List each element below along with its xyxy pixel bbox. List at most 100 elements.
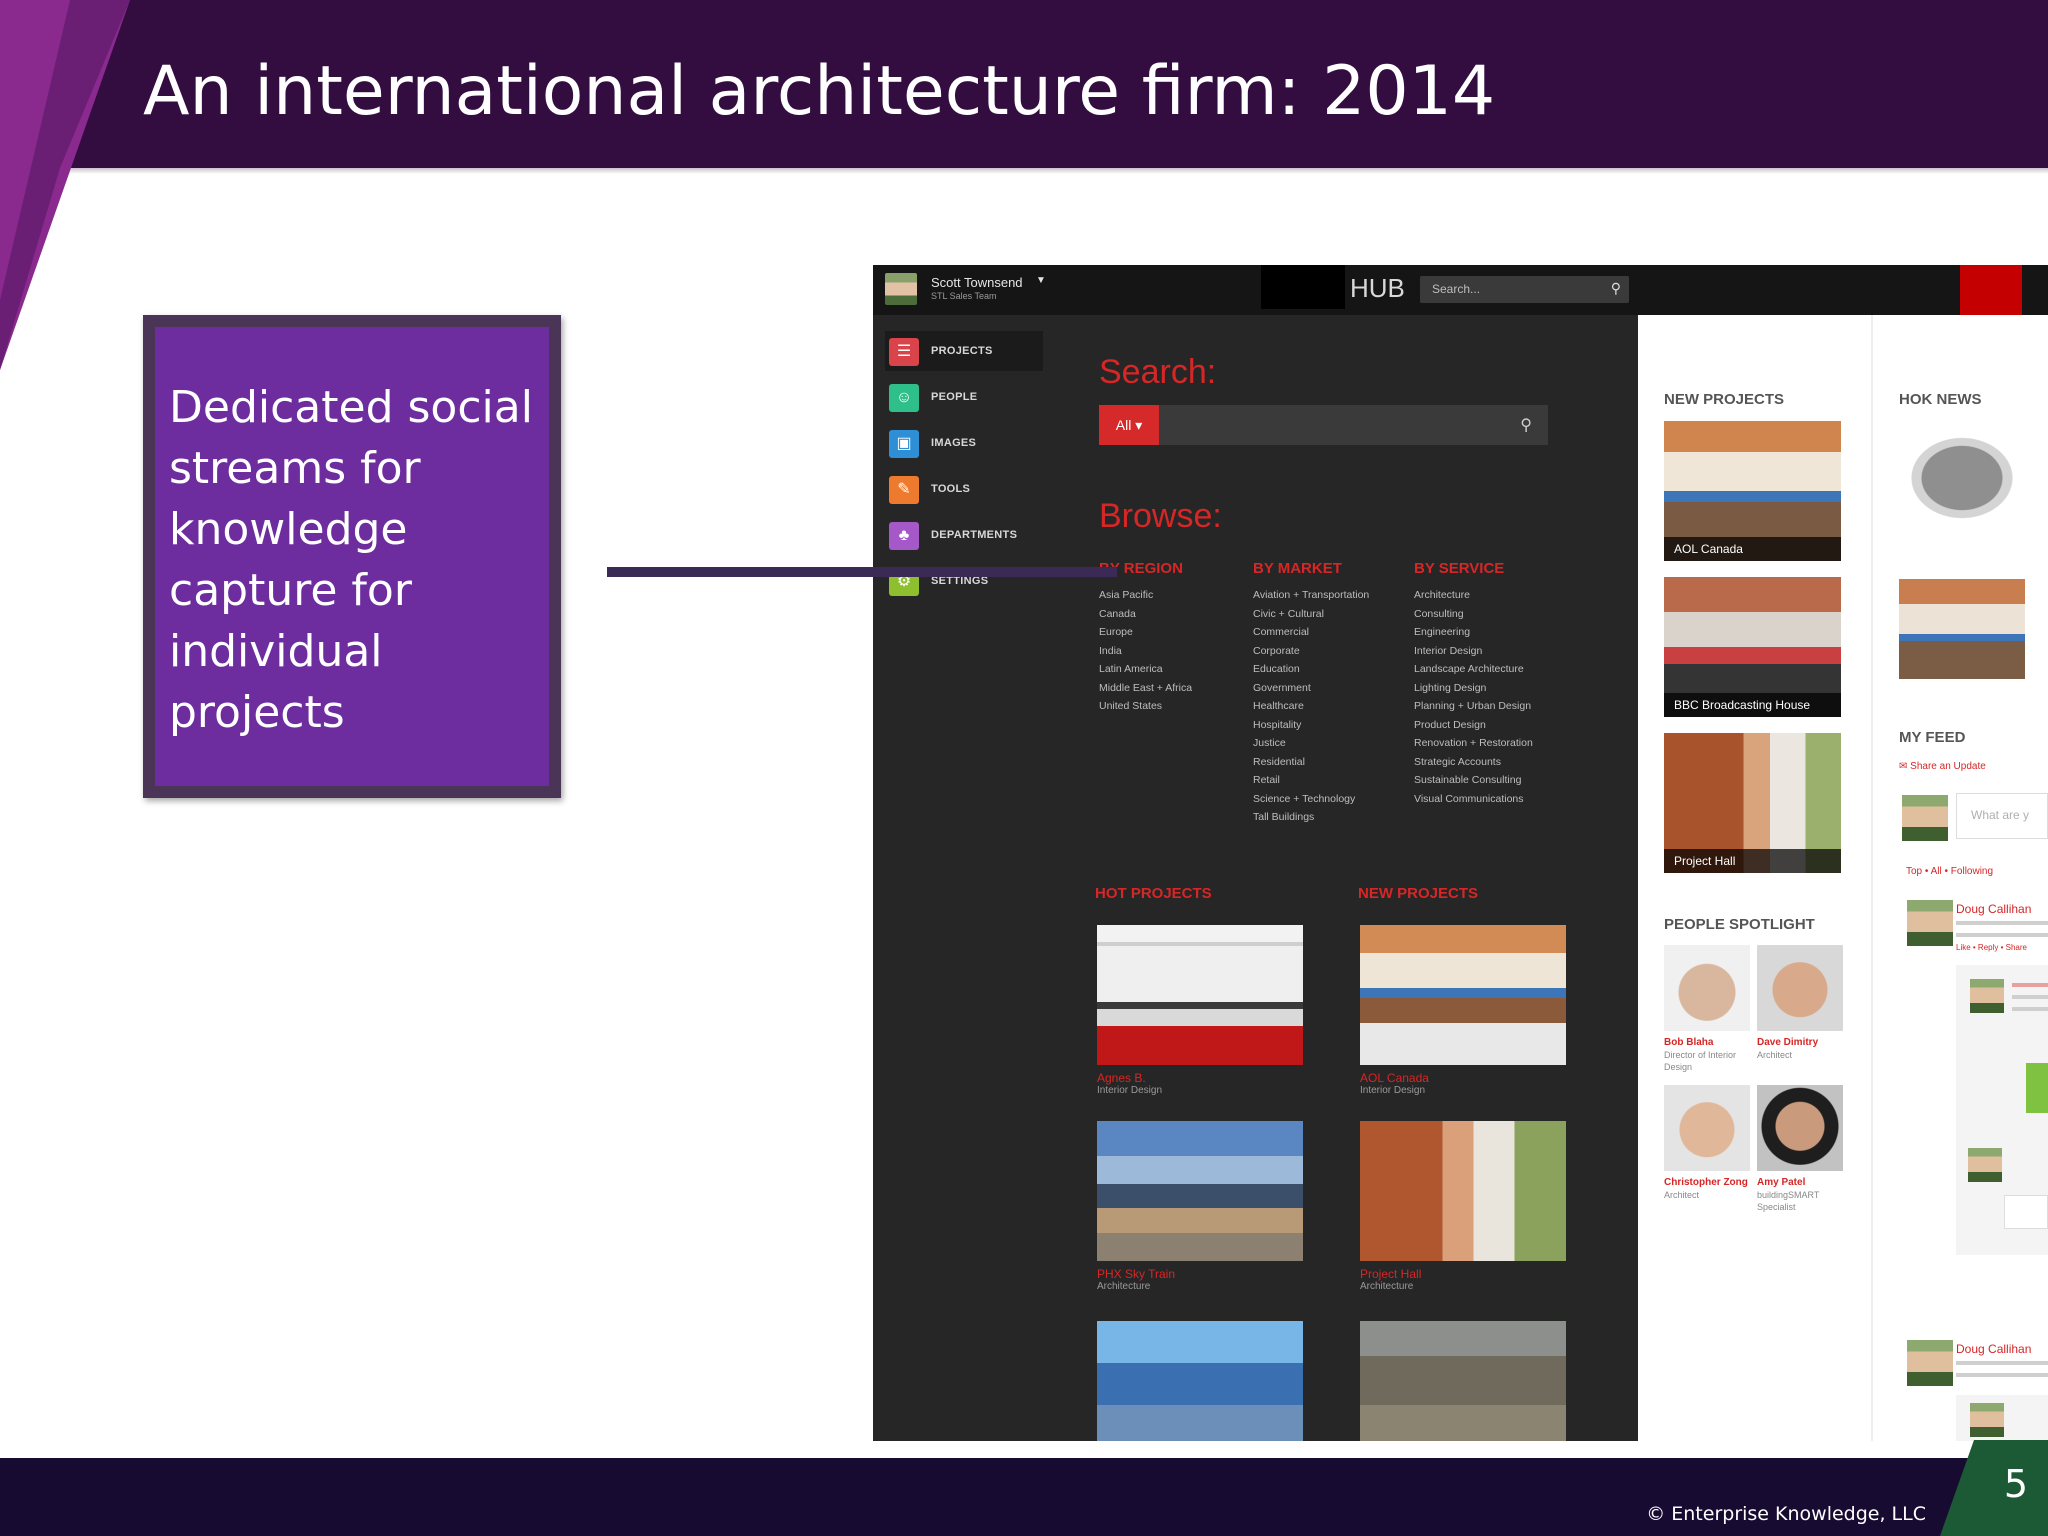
status-update-input[interactable]: What are y xyxy=(1956,793,2048,839)
browse-link[interactable]: Planning + Urban Design xyxy=(1414,697,1533,716)
browse-link[interactable]: Residential xyxy=(1253,753,1369,772)
new-project-card[interactable]: AOL Canada xyxy=(1664,421,1841,561)
hub-screenshot: Scott Townsend STL Sales Team ▼ HUB Sear… xyxy=(873,265,2048,1441)
project-tile[interactable]: Agnes B. Interior Design xyxy=(1097,925,1303,1096)
callout-text: Dedicated social streams for knowledge c… xyxy=(169,382,533,738)
project-image xyxy=(1360,1121,1566,1261)
browse-link[interactable]: Education xyxy=(1253,660,1369,679)
project-name[interactable]: Project Hall xyxy=(1360,1267,1566,1281)
browse-link[interactable]: Renovation + Restoration xyxy=(1414,734,1533,753)
browse-link[interactable]: Product Design xyxy=(1414,716,1533,735)
browse-list: Asia Pacific Canada Europe India Latin A… xyxy=(1099,586,1192,716)
browse-link[interactable]: Sustainable Consulting xyxy=(1414,771,1533,790)
project-tile[interactable]: AOL Canada Interior Design xyxy=(1360,925,1566,1096)
browse-link[interactable]: Latin America xyxy=(1099,660,1192,679)
browse-column-service: BY SERVICE Architecture Consulting Engin… xyxy=(1414,560,1533,808)
person-name[interactable]: Amy Patel xyxy=(1757,1177,1845,1189)
sidebar-item-departments[interactable]: ♣ DEPARTMENTS xyxy=(885,515,1043,555)
person-photo xyxy=(1664,1085,1750,1171)
page-number: 5 xyxy=(2003,1462,2029,1506)
browse-link[interactable]: Middle East + Africa xyxy=(1099,679,1192,698)
new-project-card[interactable]: Project Hall xyxy=(1664,733,1841,873)
browse-link[interactable]: Strategic Accounts xyxy=(1414,753,1533,772)
avatar[interactable] xyxy=(885,273,917,305)
browse-column-market: BY MARKET Aviation + Transportation Civi… xyxy=(1253,560,1369,827)
chevron-down-icon[interactable]: ▼ xyxy=(1036,275,1046,286)
browse-column-title[interactable]: BY MARKET xyxy=(1253,560,1369,577)
feed-post-text xyxy=(1956,933,2048,937)
feed-post-author[interactable]: Doug Callihan xyxy=(1956,902,2031,916)
project-name[interactable]: Agnes B. xyxy=(1097,1071,1303,1085)
search-icon[interactable]: ⚲ xyxy=(1611,280,1621,297)
project-tile[interactable] xyxy=(1360,1321,1566,1441)
person-name[interactable]: Christopher Zong xyxy=(1664,1177,1752,1189)
browse-column-title[interactable]: BY SERVICE xyxy=(1414,560,1533,577)
browse-link[interactable]: Engineering xyxy=(1414,623,1533,642)
project-type: Interior Design xyxy=(1097,1085,1163,1096)
browse-link[interactable]: Science + Technology xyxy=(1253,790,1369,809)
news-thumbnail[interactable] xyxy=(1899,428,2025,528)
project-image xyxy=(1097,1121,1303,1261)
browse-link[interactable]: Civic + Cultural xyxy=(1253,605,1369,624)
browse-link[interactable]: Lighting Design xyxy=(1414,679,1533,698)
sidebar-item-people[interactable]: ☺ PEOPLE xyxy=(885,377,1043,417)
sidebar-item-projects[interactable]: ☰ PROJECTS xyxy=(885,331,1043,371)
feed-filter-tabs[interactable]: Top • All • Following xyxy=(1906,866,1993,877)
news-thumbnail[interactable] xyxy=(1899,579,2025,679)
search-scope-label: All xyxy=(1115,417,1132,433)
people-icon: ☺ xyxy=(889,384,919,412)
new-project-card[interactable]: BBC Broadcasting House xyxy=(1664,577,1841,717)
search-icon[interactable]: ⚲ xyxy=(1520,415,1532,435)
browse-link[interactable]: India xyxy=(1099,642,1192,661)
tools-icon: ✎ xyxy=(889,476,919,504)
browse-list: Architecture Consulting Engineering Inte… xyxy=(1414,586,1533,808)
person-card[interactable]: Christopher Zong Architect xyxy=(1664,1085,1752,1201)
browse-link[interactable]: Corporate xyxy=(1253,642,1369,661)
browse-link[interactable]: Canada xyxy=(1099,605,1192,624)
person-name[interactable]: Dave Dimitry xyxy=(1757,1037,1845,1049)
project-name[interactable]: AOL Canada xyxy=(1360,1071,1566,1085)
person-role: buildingSMART Specialist xyxy=(1757,1190,1820,1212)
person-card[interactable]: Amy Patel buildingSMART Specialist xyxy=(1757,1085,1845,1213)
browse-link[interactable]: Justice xyxy=(1253,734,1369,753)
browse-link[interactable]: Architecture xyxy=(1414,586,1533,605)
browse-link[interactable]: Tall Buildings xyxy=(1253,808,1369,827)
project-tile[interactable]: Project Hall Architecture xyxy=(1360,1121,1566,1292)
project-name[interactable]: PHX Sky Train xyxy=(1097,1267,1303,1281)
sidebar-item-images[interactable]: ▣ IMAGES xyxy=(885,423,1043,463)
reply-input[interactable] xyxy=(2004,1195,2048,1229)
browse-link[interactable]: Consulting xyxy=(1414,605,1533,624)
browse-link[interactable]: Landscape Architecture xyxy=(1414,660,1533,679)
browse-link[interactable]: Commercial xyxy=(1253,623,1369,642)
project-search-input[interactable]: All ▾ ⚲ xyxy=(1099,405,1548,445)
project-tile[interactable]: PHX Sky Train Architecture xyxy=(1097,1121,1303,1292)
attachment-preview[interactable] xyxy=(2026,1063,2048,1113)
person-name[interactable]: Bob Blaha xyxy=(1664,1037,1752,1049)
person-card[interactable]: Dave Dimitry Architect xyxy=(1757,945,1845,1061)
slide-title: An international architecture firm: 2014 xyxy=(143,52,1496,131)
person-card[interactable]: Bob Blaha Director of Interior Design xyxy=(1664,945,1752,1073)
browse-link[interactable]: Retail xyxy=(1253,771,1369,790)
share-update-link[interactable]: ✉ Share an Update xyxy=(1899,761,1986,772)
search-scope-dropdown[interactable]: All ▾ xyxy=(1099,405,1159,445)
browse-link[interactable]: United States xyxy=(1099,697,1192,716)
new-projects-side-heading: NEW PROJECTS xyxy=(1664,391,1785,408)
feed-post-author[interactable]: Doug Callihan xyxy=(1956,1342,2031,1356)
sidebar-item-tools[interactable]: ✎ TOOLS xyxy=(885,469,1043,509)
browse-link[interactable]: Government xyxy=(1253,679,1369,698)
browse-link[interactable]: Interior Design xyxy=(1414,642,1533,661)
new-project-caption: BBC Broadcasting House xyxy=(1664,693,1841,717)
new-project-caption: Project Hall xyxy=(1664,849,1841,873)
project-tile[interactable] xyxy=(1097,1321,1303,1441)
browse-link[interactable]: Healthcare xyxy=(1253,697,1369,716)
feed-post-actions[interactable]: Like • Reply • Share xyxy=(1956,943,2027,952)
new-project-caption: AOL Canada xyxy=(1664,537,1841,561)
browse-link[interactable]: Visual Communications xyxy=(1414,790,1533,809)
browse-link[interactable]: Europe xyxy=(1099,623,1192,642)
browse-link[interactable]: Aviation + Transportation xyxy=(1253,586,1369,605)
search-input[interactable]: Search... ⚲ xyxy=(1420,276,1629,303)
browse-link[interactable]: Hospitality xyxy=(1253,716,1369,735)
browse-link[interactable]: Asia Pacific xyxy=(1099,586,1192,605)
user-name[interactable]: Scott Townsend xyxy=(931,275,1023,290)
feed-post-text xyxy=(1956,1361,2048,1365)
